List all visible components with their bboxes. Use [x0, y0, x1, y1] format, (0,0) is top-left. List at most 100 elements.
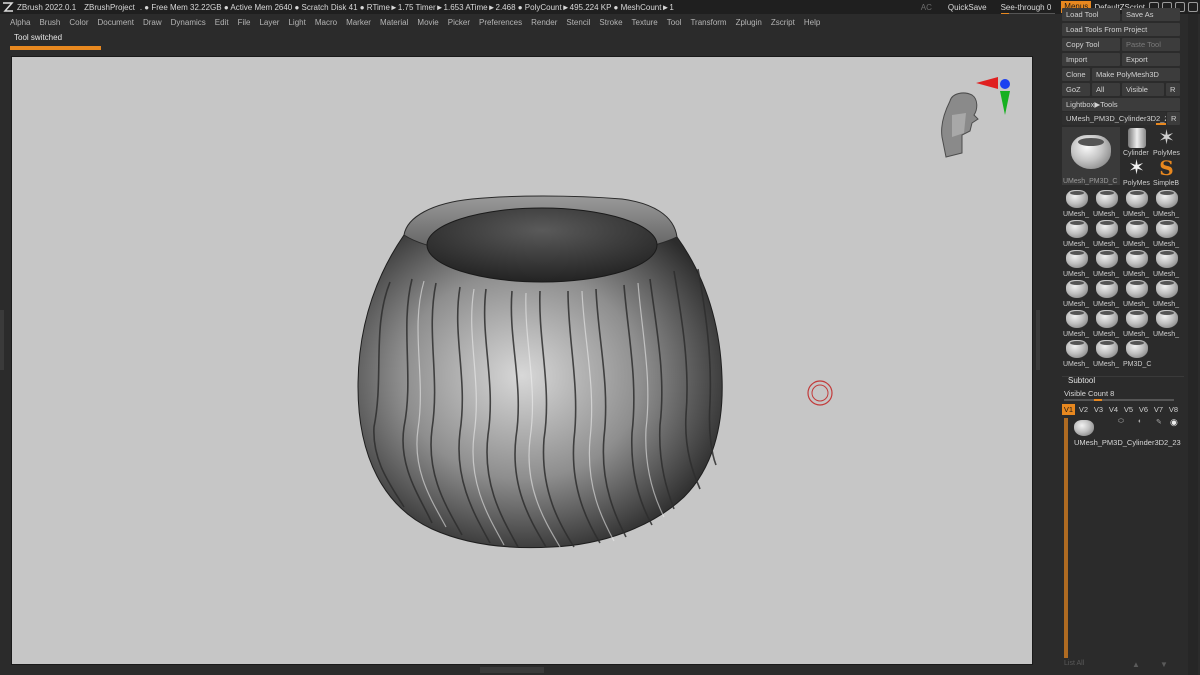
tool-thumb-umesh[interactable]: UMesh_ — [1092, 278, 1121, 308]
tool-thumb-umesh[interactable]: UMesh_ — [1092, 248, 1121, 278]
navigation-head-icon[interactable] — [941, 92, 979, 158]
tool-thumb-umesh[interactable]: UMesh_ — [1092, 308, 1121, 338]
quicksave-button[interactable]: QuickSave — [948, 3, 987, 12]
subtool-list-scrollbar[interactable] — [1064, 418, 1068, 658]
save-as-button[interactable]: Save As — [1122, 8, 1180, 21]
menu-texture[interactable]: Texture — [632, 18, 658, 27]
all-button[interactable]: All — [1092, 83, 1120, 96]
viewport-render[interactable] — [12, 57, 1033, 665]
tool-thumb-umesh[interactable]: UMesh_ — [1092, 218, 1121, 248]
axis-gizmo-icon[interactable] — [976, 77, 1010, 115]
canvas-scroll-handle[interactable] — [480, 667, 544, 673]
tool-thumb-umesh[interactable]: UMesh_ — [1122, 278, 1151, 308]
menu-zplugin[interactable]: Zplugin — [736, 18, 762, 27]
tool-thumb-umesh[interactable]: UMesh_ — [1062, 338, 1091, 368]
menu-edit[interactable]: Edit — [215, 18, 229, 27]
window-icon[interactable] — [1188, 2, 1198, 12]
goz-r-button[interactable]: R — [1166, 83, 1180, 96]
current-tool-field[interactable]: UMesh_PM3D_Cylinder3D2_2 — [1062, 112, 1166, 125]
current-tool-r-button[interactable]: R — [1167, 112, 1180, 125]
tool-thumb-cylinder[interactable]: Cylinder — [1122, 127, 1151, 157]
tool-thumb-umesh[interactable]: UMesh_ — [1062, 188, 1091, 218]
menu-stroke[interactable]: Stroke — [599, 18, 622, 27]
tool-thumb-umesh[interactable]: UMesh_ — [1152, 188, 1181, 218]
menu-marker[interactable]: Marker — [346, 18, 371, 27]
lightbox-tools-button[interactable]: Lightbox▶Tools — [1062, 98, 1180, 111]
tool-thumb-simplebrush[interactable]: S SimpleB — [1152, 157, 1181, 187]
right-tray-scrollbar[interactable] — [1188, 14, 1198, 675]
menu-movie[interactable]: Movie — [417, 18, 438, 27]
tool-thumb-umesh[interactable]: UMesh_ — [1062, 218, 1091, 248]
polypaint-icon[interactable]: ⬭ — [1118, 418, 1124, 426]
move-up-icon[interactable]: ▲ — [1132, 660, 1140, 669]
menu-stencil[interactable]: Stencil — [566, 18, 590, 27]
ac-button[interactable]: AC — [921, 3, 932, 12]
import-button[interactable]: Import — [1062, 53, 1120, 66]
tool-thumb-umesh[interactable]: UMesh_ — [1092, 188, 1121, 218]
tool-thumb-umesh[interactable]: UMesh_ — [1152, 218, 1181, 248]
tool-thumb-polymesh-a[interactable]: ✶ PolyMes — [1152, 127, 1181, 157]
tool-thumb-umesh[interactable]: UMesh_ — [1122, 188, 1151, 218]
right-tray-handle[interactable] — [1036, 310, 1040, 370]
menu-picker[interactable]: Picker — [448, 18, 470, 27]
tool-thumb-umesh[interactable]: UMesh_ — [1152, 248, 1181, 278]
load-tool-button[interactable]: Load Tool — [1062, 8, 1120, 21]
version-v2[interactable]: V2 — [1077, 404, 1090, 415]
menu-material[interactable]: Material — [380, 18, 408, 27]
export-button[interactable]: Export — [1122, 53, 1180, 66]
menu-render[interactable]: Render — [531, 18, 557, 27]
menu-help[interactable]: Help — [804, 18, 820, 27]
make-polymesh-button[interactable]: Make PolyMesh3D — [1092, 68, 1180, 81]
load-tools-from-project-button[interactable]: Load Tools From Project — [1062, 23, 1180, 36]
menu-color[interactable]: Color — [69, 18, 88, 27]
tool-thumb-umesh[interactable]: UMesh_ — [1152, 278, 1181, 308]
menu-brush[interactable]: Brush — [39, 18, 60, 27]
tool-thumb-umesh[interactable]: UMesh_ — [1062, 308, 1091, 338]
tool-thumb-umesh[interactable]: UMesh_ — [1152, 308, 1181, 338]
shadow-icon[interactable]: ◐ — [1138, 418, 1142, 425]
document-canvas[interactable] — [11, 56, 1033, 665]
version-v6[interactable]: V6 — [1137, 404, 1150, 415]
tool-thumb-umesh[interactable]: UMesh_ — [1122, 308, 1151, 338]
active-tool-thumbnail[interactable]: UMesh_PM3D_C — [1062, 127, 1120, 185]
subtool-title[interactable]: Subtool — [1068, 376, 1095, 385]
menu-tool[interactable]: Tool — [667, 18, 682, 27]
menu-file[interactable]: File — [238, 18, 251, 27]
menu-preferences[interactable]: Preferences — [479, 18, 522, 27]
tool-thumb-umesh[interactable]: UMesh_ — [1122, 218, 1151, 248]
tool-thumb-umesh[interactable]: PM3D_C — [1122, 338, 1151, 368]
clone-button[interactable]: Clone — [1062, 68, 1090, 81]
version-v5[interactable]: V5 — [1122, 404, 1135, 415]
menu-layer[interactable]: Layer — [259, 18, 279, 27]
eye-icon[interactable]: ◉ — [1170, 417, 1178, 428]
edit-icon[interactable]: ✎ — [1156, 418, 1162, 426]
seethrough-slider[interactable]: See-through 0 — [1000, 3, 1055, 14]
visible-count-slider[interactable]: Visible Count 8 — [1064, 389, 1174, 401]
version-v4[interactable]: V4 — [1107, 404, 1120, 415]
version-v8[interactable]: V8 — [1167, 404, 1180, 415]
menu-dynamics[interactable]: Dynamics — [171, 18, 206, 27]
move-down-icon[interactable]: ▼ — [1160, 660, 1168, 669]
copy-tool-button[interactable]: Copy Tool — [1062, 38, 1120, 51]
tool-thumb-umesh[interactable]: UMesh_ — [1122, 248, 1151, 278]
menu-light[interactable]: Light — [288, 18, 305, 27]
menu-transform[interactable]: Transform — [690, 18, 726, 27]
tool-thumb-umesh[interactable]: UMesh_ — [1062, 248, 1091, 278]
menu-zscript[interactable]: Zscript — [771, 18, 795, 27]
tool-thumb-umesh[interactable]: UMesh_ — [1092, 338, 1121, 368]
menu-macro[interactable]: Macro — [315, 18, 337, 27]
subtool-item[interactable]: ⬭ ◐ ✎ ◉ UMesh_PM3D_Cylinder3D2_23 — [1072, 417, 1182, 448]
version-v7[interactable]: V7 — [1152, 404, 1165, 415]
menu-draw[interactable]: Draw — [143, 18, 162, 27]
menu-document[interactable]: Document — [98, 18, 134, 27]
list-all-button[interactable]: List All — [1064, 660, 1094, 671]
menu-alpha[interactable]: Alpha — [10, 18, 30, 27]
tool-thumb-polymesh-b[interactable]: ✶ PolyMes — [1122, 157, 1151, 187]
visible-button[interactable]: Visible — [1122, 83, 1164, 96]
tool-thumb-umesh[interactable]: UMesh_ — [1062, 278, 1091, 308]
version-v3[interactable]: V3 — [1092, 404, 1105, 415]
version-v1[interactable]: V1 — [1062, 404, 1075, 415]
sculpt-mesh[interactable] — [357, 195, 723, 549]
goz-button[interactable]: GoZ — [1062, 83, 1090, 96]
left-tray-handle[interactable] — [0, 310, 4, 370]
